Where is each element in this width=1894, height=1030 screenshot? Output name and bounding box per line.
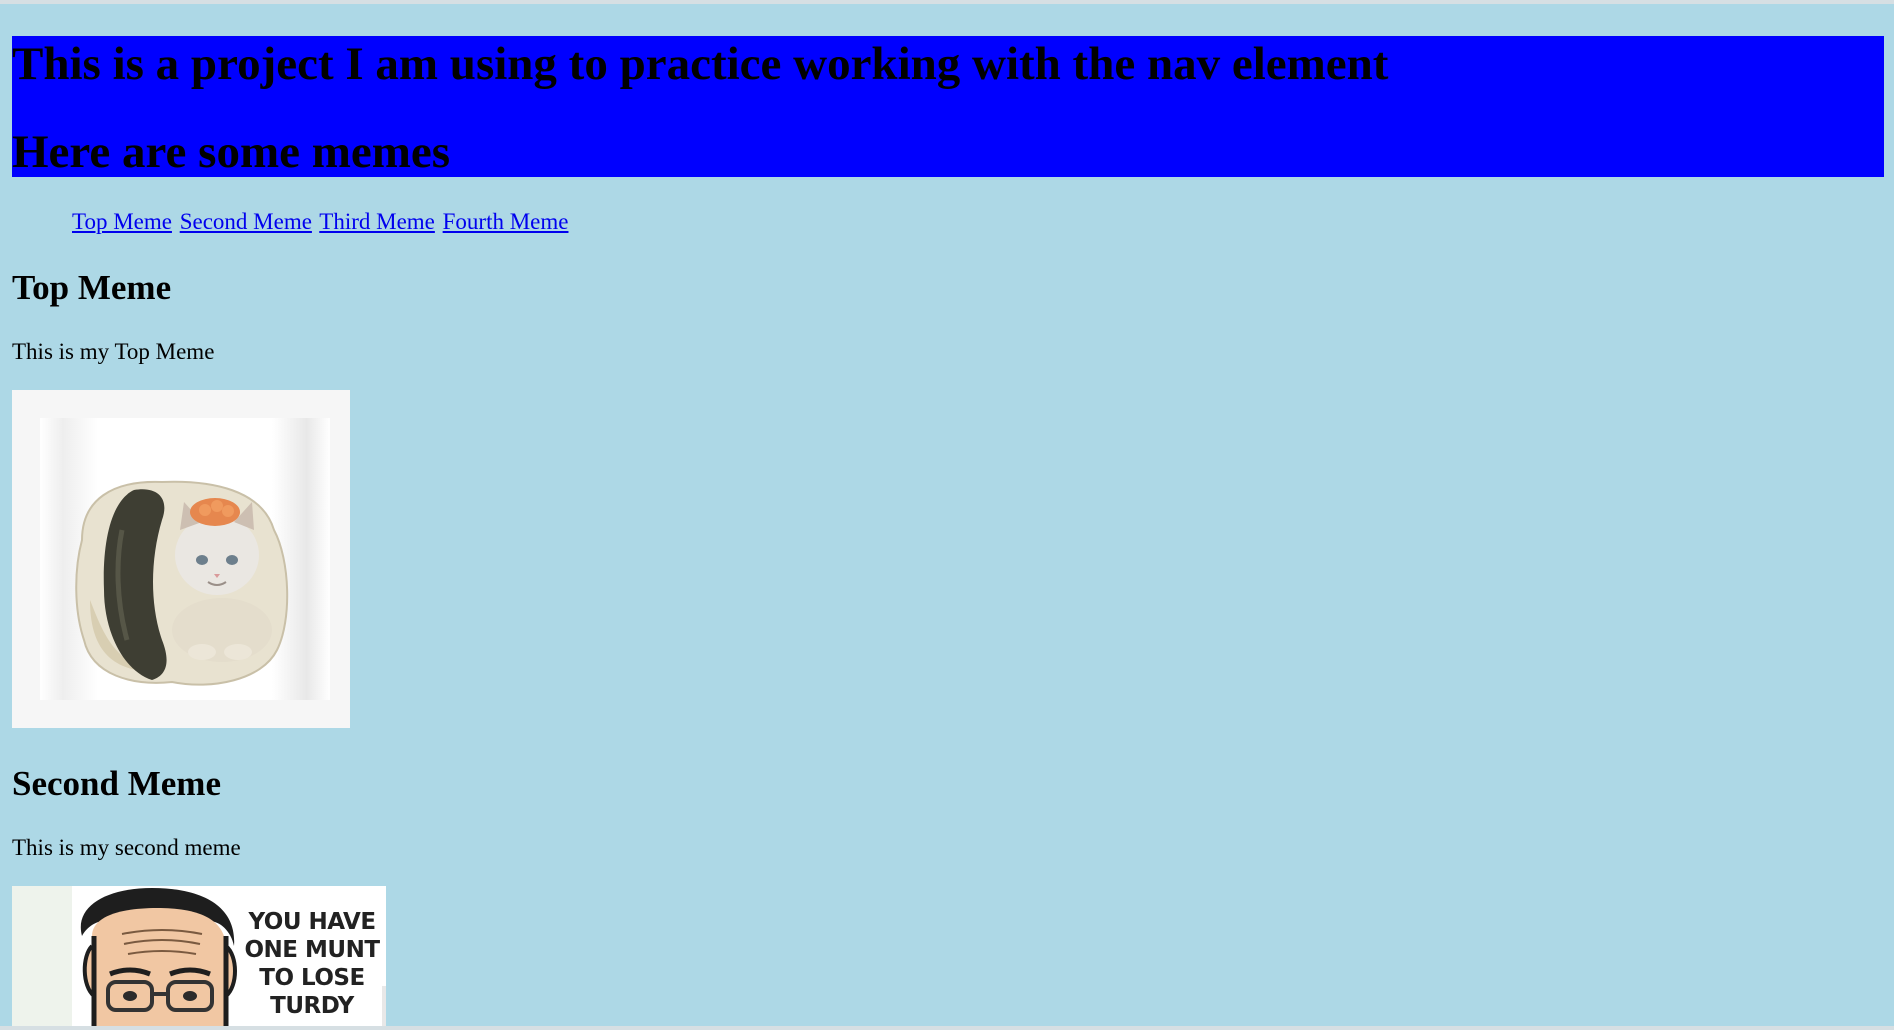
second-meme-image: YOU HAVE ONE MUNT TO LOSE TURDY [12,886,386,1026]
header-banner: This is a project I am using to practice… [12,36,1884,178]
meme-caption-text: YOU HAVE ONE MUNT TO LOSE TURDY [237,908,386,1020]
top-meme-caption: This is my Top Meme [12,339,215,364]
meme-text-line: YOU HAVE [248,909,376,935]
window-top-edge [0,0,1894,4]
nav-link-third-meme[interactable]: Third Meme [319,209,435,234]
nav-link-top-meme[interactable]: Top Meme [72,209,172,234]
top-meme-image [12,390,350,728]
nav-link-fourth-meme[interactable]: Fourth Meme [443,209,569,234]
meme-text-line: TURDY [270,993,354,1019]
second-meme-heading: Second Meme [12,764,221,803]
page-subtitle: Here are some memes [12,126,451,178]
nav-link-second-meme[interactable]: Second Meme [180,209,312,234]
page-title: This is a project I am using to practice… [12,38,1389,90]
window-bottom-edge [0,1026,1894,1030]
meme-text-line: ONE MUNT [244,937,380,963]
cat-sushi-picture [75,480,289,686]
second-meme-caption: This is my second meme [12,835,241,860]
meme-nav: Top Meme Second Meme Third Meme Fourth M… [72,208,570,236]
top-meme-heading: Top Meme [12,268,172,307]
meme-text-line: TO LOSE [259,965,365,991]
